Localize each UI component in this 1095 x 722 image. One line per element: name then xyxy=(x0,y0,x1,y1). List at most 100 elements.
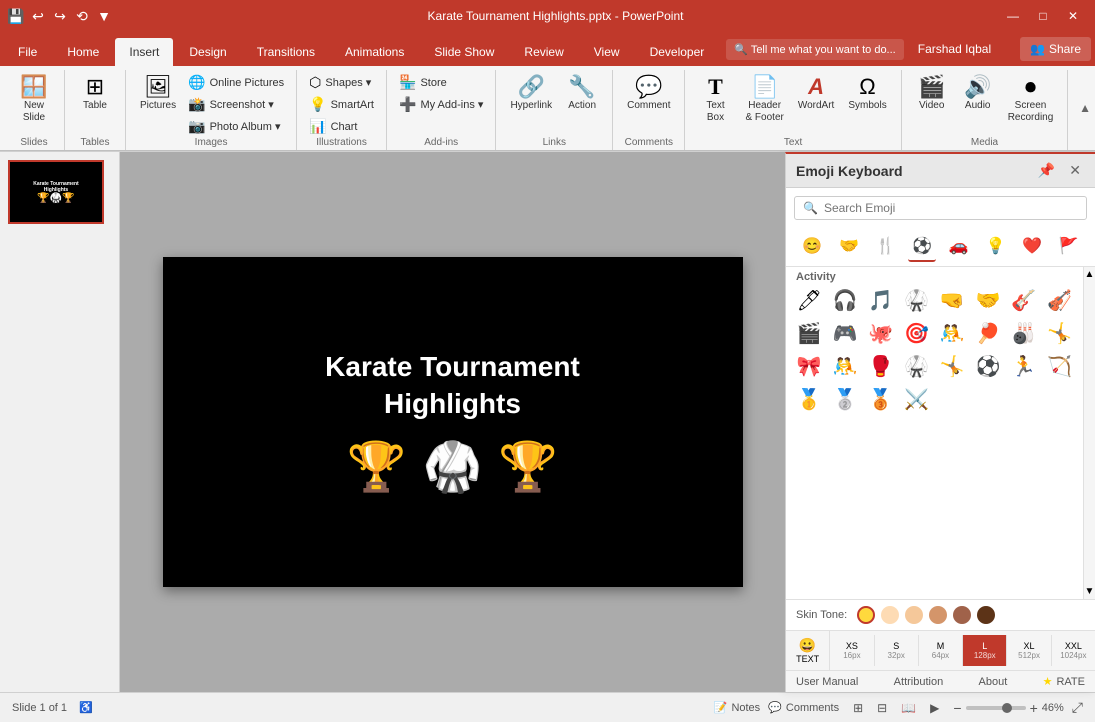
tab-view[interactable]: View xyxy=(580,38,634,66)
normal-view-button[interactable]: ⊞ xyxy=(847,699,869,717)
emoji-guitar[interactable]: 🎸 xyxy=(1007,285,1042,317)
emoji-headphones[interactable]: 🎧 xyxy=(828,285,863,317)
zoom-out-button[interactable]: − xyxy=(953,700,961,716)
emoji-cat-travel[interactable]: 🚗 xyxy=(945,232,973,262)
share-button[interactable]: 👥 Share xyxy=(1020,37,1091,61)
zoom-slider[interactable] xyxy=(966,706,1026,710)
my-addins-button[interactable]: ➕ My Add-ins ▾ xyxy=(395,94,487,115)
audio-button[interactable]: 🔊 Audio xyxy=(956,72,1000,116)
ribbon-collapse-button[interactable]: ▲ xyxy=(1079,101,1091,115)
size-xs-button[interactable]: XS 16px xyxy=(830,635,874,666)
tab-file[interactable]: File xyxy=(4,38,51,66)
slide-thumbnail[interactable]: Karate TournamentHighlights 🏆🥋🏆 xyxy=(8,160,104,224)
skin-dot-3[interactable] xyxy=(905,606,923,624)
tab-review[interactable]: Review xyxy=(510,38,577,66)
tab-transitions[interactable]: Transitions xyxy=(243,38,329,66)
emoji-gamepad[interactable]: 🎮 xyxy=(828,318,863,350)
online-pictures-button[interactable]: 🌐 Online Pictures xyxy=(184,72,288,93)
tab-insert[interactable]: Insert xyxy=(115,38,173,66)
tab-design[interactable]: Design xyxy=(175,38,240,66)
comments-button[interactable]: 💬 Comments xyxy=(768,701,839,714)
size-xxl-button[interactable]: XXL 1024px xyxy=(1052,635,1095,666)
close-button[interactable]: ✕ xyxy=(1059,2,1087,30)
smartart-button[interactable]: 💡 SmartArt xyxy=(305,94,378,115)
chart-button[interactable]: 📊 Chart xyxy=(305,116,378,137)
scroll-up-arrow[interactable]: ▲ xyxy=(1084,269,1095,280)
size-s-button[interactable]: S 32px xyxy=(875,635,919,666)
redo-icon[interactable]: ↪ xyxy=(52,8,68,24)
skin-dot-4[interactable] xyxy=(929,606,947,624)
skin-dot-6[interactable] xyxy=(977,606,995,624)
emoji-clapper[interactable]: 🎬 xyxy=(792,318,827,350)
tab-animations[interactable]: Animations xyxy=(331,38,418,66)
action-button[interactable]: 🔧 Action xyxy=(560,72,604,116)
tab-home[interactable]: Home xyxy=(53,38,113,66)
canvas-area[interactable]: Karate TournamentHighlights 🏆 🥋 🏆 xyxy=(120,152,785,692)
store-button[interactable]: 🏪 Store xyxy=(395,72,487,93)
minimize-button[interactable]: — xyxy=(999,2,1027,30)
comment-button[interactable]: 💬 Comment xyxy=(621,72,676,116)
emoji-cat-food[interactable]: 🍴 xyxy=(872,232,900,262)
emoji-cat-symbols[interactable]: ❤️ xyxy=(1018,232,1046,262)
new-slide-button[interactable]: 🪟 NewSlide xyxy=(12,72,56,128)
emoji-pen[interactable]: 🖊 xyxy=(792,285,827,317)
about-link[interactable]: About xyxy=(979,676,1008,688)
pictures-button[interactable]: 🖼 Pictures xyxy=(134,72,182,116)
tab-slideshow[interactable]: Slide Show xyxy=(420,38,508,66)
hyperlink-button[interactable]: 🔗 Hyperlink xyxy=(504,72,558,116)
emoji-bronze-medal[interactable]: 🥉 xyxy=(864,384,899,416)
emoji-wrestling2[interactable]: 🤼 xyxy=(828,351,863,383)
slide-sorter-button[interactable]: ⊟ xyxy=(871,699,893,717)
scroll-down-arrow[interactable]: ▼ xyxy=(1084,586,1095,597)
textbox-button[interactable]: T TextBox xyxy=(693,72,737,128)
emoji-runner[interactable]: 🏃 xyxy=(1007,351,1042,383)
emoji-panel-pin-button[interactable]: 📌 xyxy=(1034,160,1059,181)
emoji-cat-people[interactable]: 🤝 xyxy=(835,232,863,262)
symbols-button[interactable]: Ω Symbols xyxy=(842,72,892,116)
emoji-cat-objects[interactable]: 💡 xyxy=(981,232,1009,262)
emoji-archer[interactable]: 🏹 xyxy=(1042,351,1077,383)
emoji-bowling[interactable]: 🎳 xyxy=(1007,318,1042,350)
header-footer-button[interactable]: 📄 Header& Footer xyxy=(739,72,789,128)
emoji-fist[interactable]: 🤜 xyxy=(935,285,970,317)
maximize-button[interactable]: □ xyxy=(1029,2,1057,30)
fit-to-window-button[interactable]: ⤢ xyxy=(1072,699,1083,716)
skin-dot-5[interactable] xyxy=(953,606,971,624)
emoji-cartwheel[interactable]: 🤸 xyxy=(1042,318,1077,350)
rate-button[interactable]: ★ RATE xyxy=(1043,675,1085,688)
size-m-button[interactable]: M 64px xyxy=(919,635,963,666)
emoji-pingpong[interactable]: 🏓 xyxy=(971,318,1006,350)
screen-recording-button[interactable]: ⏺ ScreenRecording xyxy=(1002,72,1060,128)
emoji-cat-smileys[interactable]: 😊 xyxy=(798,232,826,262)
undo-icon[interactable]: ↩ xyxy=(30,8,46,24)
size-xl-button[interactable]: XL 512px xyxy=(1007,635,1051,666)
emoji-karate[interactable]: 🥋 xyxy=(899,285,934,317)
emoji-wrestling[interactable]: 🤼 xyxy=(935,318,970,350)
ribbon-search[interactable]: 🔍 Tell me what you want to do... xyxy=(726,39,903,60)
restore-icon[interactable]: ⟲ xyxy=(74,8,90,24)
emoji-music[interactable]: 🎵 xyxy=(864,285,899,317)
emoji-violin[interactable]: 🎻 xyxy=(1042,285,1077,317)
emoji-search-input[interactable] xyxy=(824,201,1078,215)
emoji-soccer[interactable]: ⚽ xyxy=(971,351,1006,383)
size-l-button[interactable]: L 128px xyxy=(963,635,1007,666)
tab-developer[interactable]: Developer xyxy=(636,38,719,66)
screenshot-button[interactable]: 📸 Screenshot ▾ xyxy=(184,94,288,115)
user-manual-link[interactable]: User Manual xyxy=(796,676,858,688)
wordart-button[interactable]: A WordArt xyxy=(792,72,841,116)
size-text-button[interactable]: 😀 TEXT xyxy=(786,631,830,670)
skin-dot-2[interactable] xyxy=(881,606,899,624)
video-button[interactable]: 🎬 Video xyxy=(910,72,954,116)
emoji-cat-flags[interactable]: 🚩 xyxy=(1055,232,1083,262)
save-icon[interactable]: 💾 xyxy=(8,8,24,24)
emoji-handshake[interactable]: 🤝 xyxy=(971,285,1006,317)
emoji-cat-activity[interactable]: ⚽ xyxy=(908,232,936,262)
photo-album-button[interactable]: 📷 Photo Album ▾ xyxy=(184,116,288,137)
emoji-gi[interactable]: 🥋 xyxy=(899,351,934,383)
emoji-boxing[interactable]: 🥊 xyxy=(864,351,899,383)
attribution-link[interactable]: Attribution xyxy=(894,676,944,688)
slideshow-button[interactable]: ▶ xyxy=(924,699,945,717)
slide-canvas[interactable]: Karate TournamentHighlights 🏆 🥋 🏆 xyxy=(163,257,743,587)
shapes-button[interactable]: ⬡ Shapes ▾ xyxy=(305,72,378,93)
emoji-ribbon[interactable]: 🎀 xyxy=(792,351,827,383)
